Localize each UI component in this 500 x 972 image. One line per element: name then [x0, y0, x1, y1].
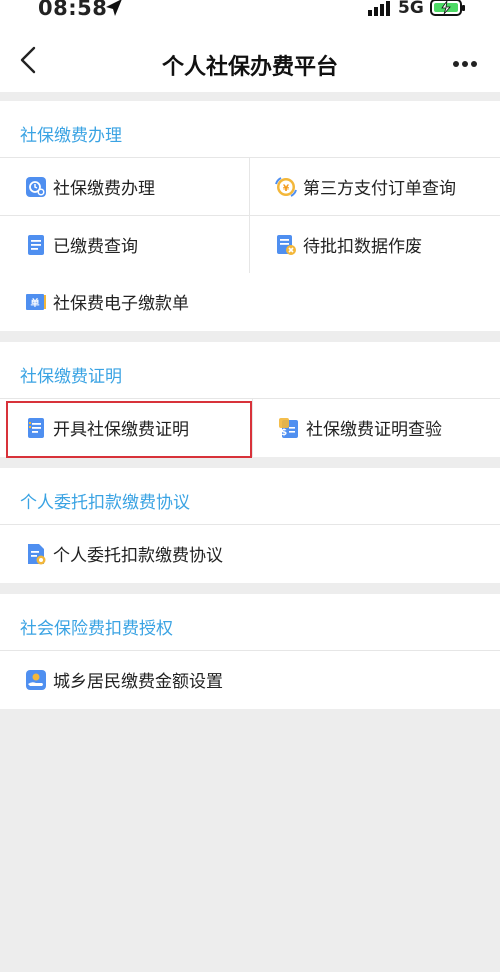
section-title: 社会保险费扣费授权 [20, 619, 173, 639]
menu-item-paid-query[interactable]: 已缴费查询 [0, 216, 249, 273]
menu-item-label: 第三方支付订单查询 [303, 179, 456, 199]
menu-item-personal-deduction-agreement[interactable]: 个人委托扣款缴费协议 [0, 525, 500, 582]
menu-item-electronic-payment-slip[interactable]: 单 社保费电子缴款单 [0, 273, 500, 330]
menu-item-label: 待批扣数据作废 [303, 237, 422, 257]
menu-item-label: 社保缴费证明查验 [306, 420, 442, 440]
svg-text:单: 单 [30, 297, 39, 309]
section-header-authorization: 社会保险费扣费授权 [0, 594, 500, 652]
signal-icon [368, 1, 390, 16]
document-cancel-icon [277, 234, 296, 255]
section-title: 社保缴费证明 [20, 367, 122, 387]
dollar-doc-icon: $ [279, 417, 298, 438]
document-list-icon [28, 234, 44, 255]
battery-charging-icon [430, 0, 465, 16]
menu-item-pending-deduction-void[interactable]: 待批扣数据作废 [250, 216, 500, 273]
payment-menu-grid: 社保缴费办理 ¥ 第三方支付订单查询 已缴费查询 待批扣数据作废 单 社保费电子… [0, 157, 500, 331]
menu-item-label: 个人委托扣款缴费协议 [53, 546, 223, 566]
menu-item-certificate-verification[interactable]: $ 社保缴费证明查验 [253, 399, 500, 456]
menu-item-resident-payment-amount-setting[interactable]: 城乡居民缴费金额设置 [0, 651, 500, 708]
menu-item-social-security-payment[interactable]: 社保缴费办理 [0, 158, 249, 215]
menu-item-label: 已缴费查询 [53, 237, 138, 257]
menu-item-third-party-order-query[interactable]: ¥ 第三方支付订单查询 [250, 158, 500, 215]
svg-text:$: $ [281, 428, 287, 438]
yuan-coin-icon: ¥ [275, 176, 297, 197]
section-title: 个人委托扣款缴费协议 [20, 493, 190, 513]
status-bar: 08:58 5G [0, 0, 500, 22]
menu-item-label: 城乡居民缴费金额设置 [53, 672, 223, 692]
section-title: 社保缴费办理 [20, 126, 122, 146]
receipt-book-icon: 单 [26, 293, 46, 310]
page-title: 个人社保办费平台 [161, 55, 338, 80]
agreement-menu-grid: 个人委托扣款缴费协议 [0, 524, 500, 583]
menu-item-label: 社保缴费办理 [53, 179, 155, 199]
clock-pay-icon [26, 176, 46, 197]
section-header-payment: 社保缴费办理 [0, 101, 500, 159]
selection-highlight [6, 401, 252, 458]
section-header-certificate: 社保缴费证明 [0, 342, 500, 400]
more-options-icon[interactable] [452, 60, 478, 68]
agreement-doc-icon [28, 543, 46, 564]
hand-coin-icon [26, 669, 46, 690]
status-time: 08:58 [38, 0, 108, 20]
authorization-menu-grid: 城乡居民缴费金额设置 [0, 650, 500, 709]
certificate-menu-grid: 开具社保缴费证明 $ 社保缴费证明查验 [0, 398, 500, 458]
svg-text:¥: ¥ [283, 184, 290, 194]
location-arrow-icon [106, 0, 122, 16]
section-header-agreement: 个人委托扣款缴费协议 [0, 468, 500, 526]
nav-bar: 个人社保办费平台 [0, 22, 500, 92]
menu-item-label: 社保费电子缴款单 [53, 294, 189, 314]
network-type: 5G [398, 0, 424, 18]
